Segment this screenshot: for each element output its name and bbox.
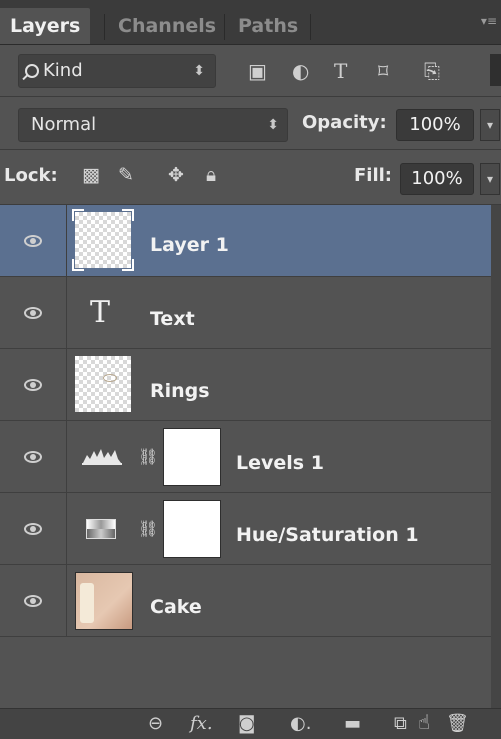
hue-saturation-adjustment-icon [86, 519, 116, 539]
type-filter-icon[interactable]: T [334, 60, 347, 82]
layers-empty-area [0, 638, 491, 708]
layer-name[interactable]: Cake [150, 595, 202, 619]
opacity-label: Opacity: [302, 112, 387, 133]
rings-image [103, 374, 117, 382]
search-icon [25, 64, 39, 78]
panel-menu-icon[interactable]: ▾≡ [481, 14, 497, 28]
select-arrows-icon: ⬍ [193, 63, 205, 79]
layer-name[interactable]: Hue/Saturation 1 [236, 523, 419, 547]
layer-name[interactable]: Layer 1 [150, 233, 229, 257]
lock-label: Lock: [4, 165, 58, 186]
link-chain-icon[interactable]: ⛓ [138, 519, 158, 538]
adjustment-mask-thumbnail [163, 428, 221, 486]
filter-toggle-switch[interactable] [490, 54, 501, 86]
visibility-toggle[interactable] [0, 565, 67, 636]
layer-row-cake[interactable]: Cake [0, 565, 491, 637]
kind-filter-label: Kind [43, 60, 83, 81]
cake-image [80, 583, 94, 623]
visibility-toggle[interactable] [0, 349, 67, 420]
opacity-input[interactable]: 100% [396, 109, 474, 141]
link-layers-icon[interactable]: ⊖ [148, 714, 163, 734]
visibility-toggle[interactable] [0, 421, 67, 492]
kind-filter-select[interactable]: Kind ⬍ [18, 54, 216, 88]
layer-row-layer-1[interactable]: Layer 1 [0, 205, 491, 277]
new-group-icon[interactable]: ▬ [344, 714, 361, 734]
eye-icon [24, 523, 42, 535]
layer-name[interactable]: Rings [150, 379, 210, 403]
layer-row-text[interactable]: T Text [0, 277, 491, 349]
shape-filter-icon[interactable]: ⌑ [378, 60, 388, 82]
eye-icon [24, 379, 42, 391]
link-chain-icon[interactable]: ⛓ [138, 447, 158, 466]
adjustment-mask-thumbnail [163, 500, 221, 558]
levels-adjustment-icon [82, 445, 122, 465]
smart-object-filter-icon[interactable]: ⎘ [424, 60, 440, 82]
new-adjustment-icon[interactable]: ◐. [290, 714, 311, 734]
fill-slider-toggle[interactable]: ▾ [480, 163, 500, 195]
add-mask-icon[interactable]: ◙ [238, 714, 255, 734]
fx-icon[interactable]: fx. [190, 714, 213, 734]
fill-label: Fill: [354, 165, 393, 186]
lock-all-icon[interactable]: 🔒︎ [206, 163, 216, 187]
blend-mode-value: Normal [31, 114, 97, 135]
layer-thumbnail [75, 356, 131, 412]
layer-name[interactable]: Levels 1 [236, 451, 324, 475]
visibility-toggle[interactable] [0, 205, 67, 276]
lock-brush-icon[interactable]: ✎ [118, 163, 134, 187]
tab-divider [104, 14, 105, 40]
select-arrows-icon: ⬍ [267, 117, 279, 133]
lock-position-icon[interactable]: ✥ [168, 163, 184, 187]
tab-paths[interactable]: Paths [228, 8, 308, 44]
eye-icon [24, 595, 42, 607]
eye-icon [24, 451, 42, 463]
blend-mode-select[interactable]: Normal ⬍ [18, 108, 288, 142]
eye-icon [24, 235, 42, 247]
eye-icon [24, 307, 42, 319]
scrollbar[interactable] [491, 205, 501, 708]
trash-icon[interactable]: 🗑︎ [446, 714, 469, 734]
layer-row-levels-1[interactable]: ⛓ Levels 1 [0, 421, 491, 493]
layer-name[interactable]: Text [150, 307, 195, 331]
lock-transparent-icon[interactable]: ▩ [82, 163, 100, 187]
tab-channels[interactable]: Channels [108, 8, 226, 44]
tab-divider [224, 14, 225, 40]
layer-row-rings[interactable]: Rings [0, 349, 491, 421]
panel-tab-bar: Layers Channels Paths ▾≡ [0, 0, 501, 45]
hand-cursor-icon: ☝ [418, 710, 431, 734]
layer-row-hue-saturation-1[interactable]: ⛓ Hue/Saturation 1 [0, 493, 491, 565]
opacity-slider-toggle[interactable]: ▾ [480, 109, 500, 141]
layer-thumbnail [72, 209, 134, 271]
type-layer-icon: T [90, 295, 111, 330]
visibility-toggle[interactable] [0, 493, 67, 564]
adjustment-filter-icon[interactable]: ◐ [292, 60, 309, 82]
visibility-toggle[interactable] [0, 277, 67, 348]
new-layer-icon[interactable]: ⧉ [394, 714, 407, 734]
layer-thumbnail [75, 572, 133, 630]
fill-input[interactable]: 100% [400, 163, 474, 195]
tab-divider [310, 14, 311, 40]
tab-layers[interactable]: Layers [0, 8, 91, 44]
image-filter-icon[interactable]: ▣ [248, 60, 267, 82]
